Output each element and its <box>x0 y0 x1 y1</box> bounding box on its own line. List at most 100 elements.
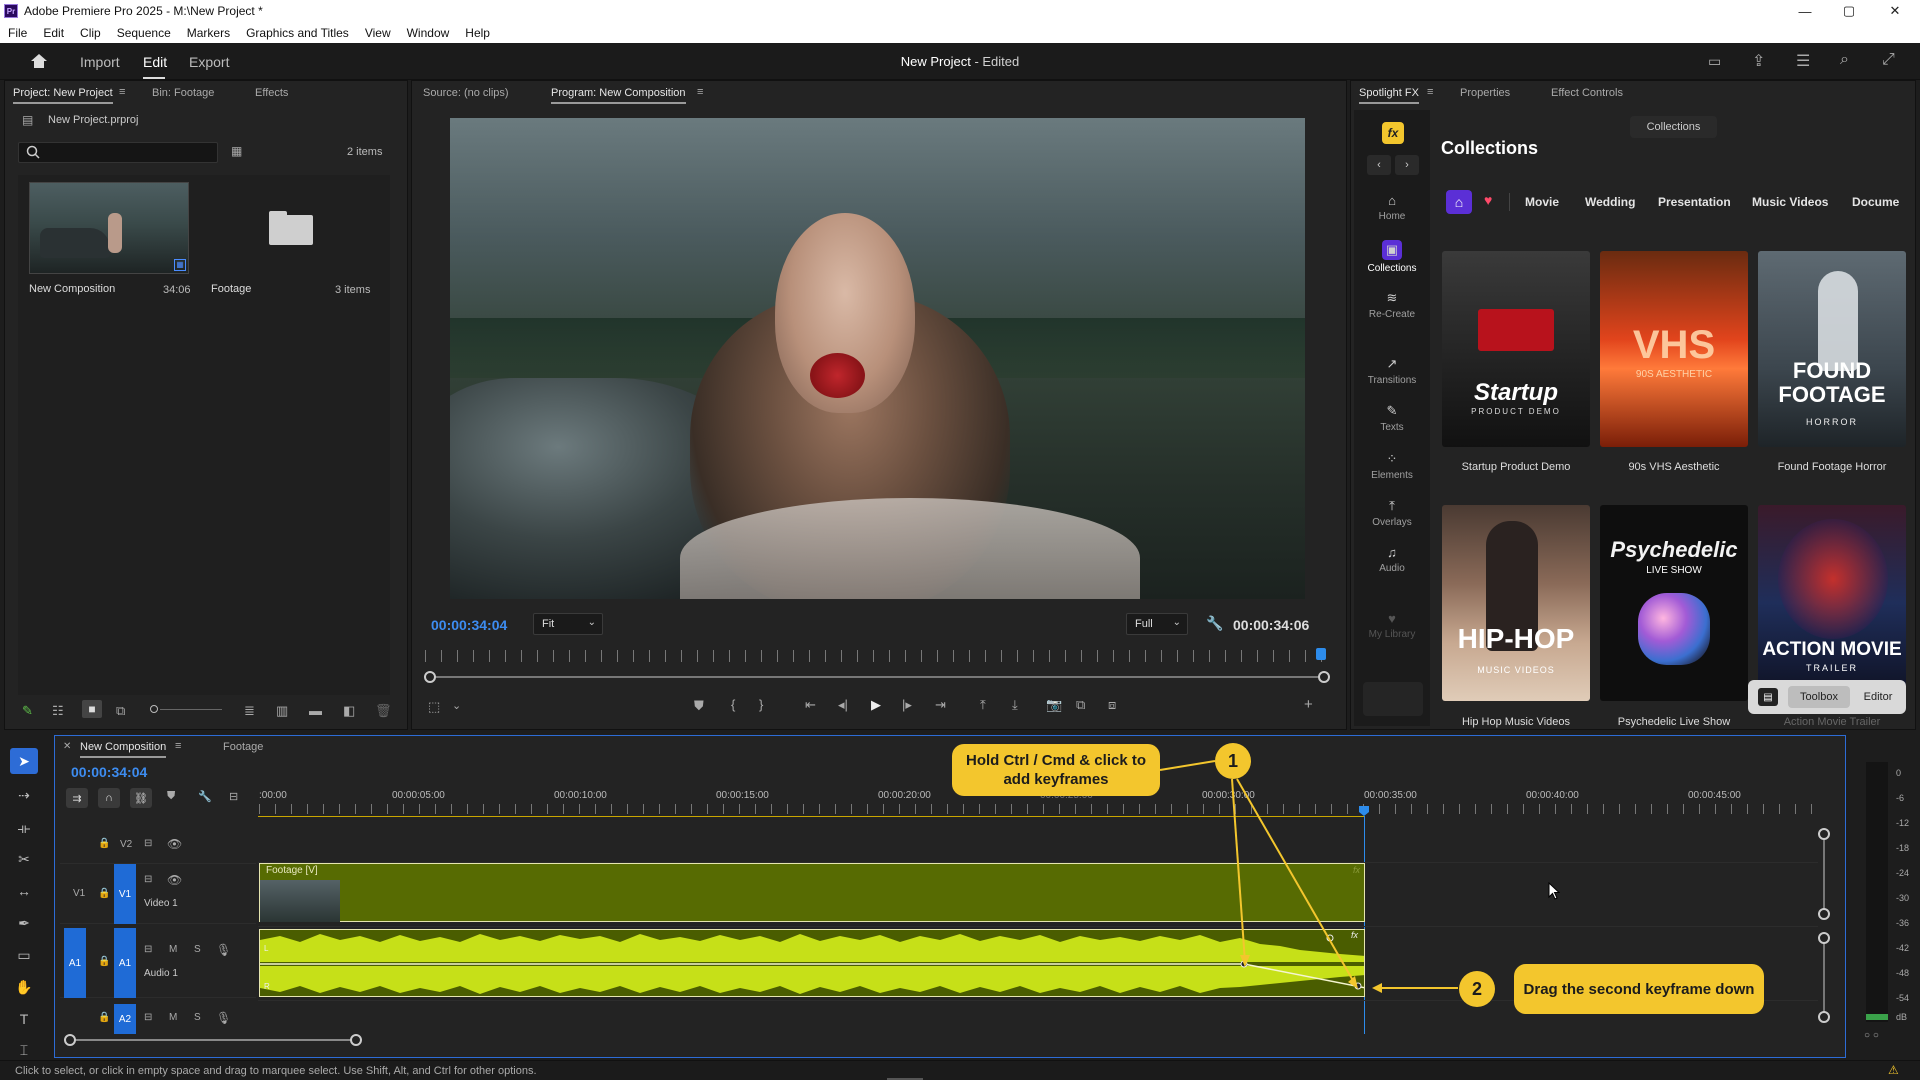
tab-footage[interactable]: Footage <box>223 741 263 753</box>
rectangle-tool-icon[interactable]: ▭ <box>10 942 38 968</box>
zoom-handle-right[interactable] <box>350 1034 362 1046</box>
monitor-ruler[interactable] <box>425 650 1325 662</box>
delete-icon[interactable]: 🗑 <box>375 703 392 719</box>
share-icon[interactable]: ⇪ <box>1752 51 1765 71</box>
folder-icon[interactable] <box>269 211 313 245</box>
timeline-zoom-scrollbar[interactable] <box>70 1039 356 1041</box>
track-name-video-1[interactable]: Video 1 <box>144 898 178 909</box>
monitor-scrollbar[interactable] <box>431 676 1321 678</box>
menu-sequence[interactable]: Sequence <box>109 26 179 40</box>
lock-icon[interactable]: 🔒 <box>98 838 110 849</box>
zoom-handle-left[interactable] <box>64 1034 76 1046</box>
selection-tool-icon[interactable]: ➤ <box>10 748 38 774</box>
menu-view[interactable]: View <box>357 26 399 40</box>
template-card-found-footage[interactable]: FOUND FOOTAGE HORROR <box>1758 251 1906 447</box>
lock-icon[interactable]: 🔒 <box>98 956 110 967</box>
menu-clip[interactable]: Clip <box>72 26 109 40</box>
mute-button[interactable]: M <box>169 1012 177 1023</box>
hand-tool-icon[interactable]: ✋ <box>10 974 38 1000</box>
tab-properties[interactable]: Properties <box>1460 87 1510 99</box>
sync-lock-icon[interactable]: ⊟ <box>144 944 152 955</box>
timeline-menu-icon[interactable]: ≡ <box>175 740 181 752</box>
mute-button[interactable]: M <box>169 944 177 955</box>
tab-effect-controls[interactable]: Effect Controls <box>1551 87 1623 99</box>
microphone-icon[interactable]: 🎙 <box>216 943 231 957</box>
linked-selection-icon[interactable]: ⛓ <box>130 788 152 808</box>
menu-window[interactable]: Window <box>399 26 458 40</box>
step-back-icon[interactable]: ◂| <box>838 697 848 713</box>
new-bin-icon[interactable]: ▬ <box>309 703 322 718</box>
sidebar-item-collections[interactable]: ▣ Collections <box>1358 240 1426 274</box>
tab-spotlight-fx[interactable]: Spotlight FX <box>1359 87 1419 104</box>
warning-icon[interactable]: ⚠ <box>1888 1063 1899 1077</box>
favorites-filter-icon[interactable]: ♥ <box>1484 192 1492 208</box>
sidebar-item-my-library[interactable]: ♥ My Library <box>1358 611 1426 640</box>
template-card-vhs[interactable]: VHS 90S AESTHETIC <box>1600 251 1748 447</box>
nav-forward-icon[interactable]: › <box>1395 155 1419 175</box>
go-to-out-icon[interactable]: ⇥ <box>935 697 946 713</box>
sort-icon[interactable]: ≣ <box>244 703 255 719</box>
pencil-icon[interactable]: ✎ <box>22 703 33 719</box>
audio-clip-footage[interactable]: L R fx <box>259 929 1365 997</box>
home-filter-icon[interactable]: ⌂ <box>1446 190 1472 214</box>
source-patch-a1[interactable]: A1 <box>64 928 86 998</box>
tab-new-composition[interactable]: New Composition <box>80 741 167 758</box>
sync-lock-icon[interactable]: ⊟ <box>144 1012 152 1023</box>
chevron-down-icon[interactable]: ⌄ <box>452 699 461 712</box>
composition-thumbnail[interactable]: ▦ <box>29 182 189 274</box>
tab-bin-footage[interactable]: Bin: Footage <box>152 87 214 99</box>
category-music-videos[interactable]: Music Videos <box>1752 195 1828 209</box>
panel-layout-icon[interactable]: ▭ <box>1708 53 1721 70</box>
track-target-v1[interactable]: V1 <box>114 864 136 924</box>
project-search-input[interactable] <box>18 142 218 163</box>
new-item-icon[interactable]: ◧ <box>343 703 355 719</box>
slip-tool-icon[interactable]: ↔ <box>10 878 38 904</box>
lock-icon[interactable]: 🔒 <box>98 888 110 899</box>
timeline-settings-wrench-icon[interactable]: 🔧 <box>198 790 212 803</box>
freeform-view-icon[interactable]: ⧉ <box>116 703 125 719</box>
mark-out-icon[interactable]: } <box>759 697 763 712</box>
monitor-playhead[interactable] <box>1316 648 1326 660</box>
work-area-bar[interactable] <box>258 816 1365 817</box>
tab-project[interactable]: Project: New Project <box>13 87 113 104</box>
sidebar-item-elements[interactable]: ⁘ Elements <box>1358 451 1426 481</box>
microphone-icon[interactable]: 🎙 <box>216 1011 231 1025</box>
sidebar-item-home[interactable]: ⌂ Home <box>1358 193 1426 222</box>
template-card-startup[interactable]: Startup PRODUCT DEMO <box>1442 251 1590 447</box>
nav-back-icon[interactable]: ‹ <box>1367 155 1391 175</box>
lock-icon[interactable]: 🔒 <box>98 1012 110 1023</box>
tab-effects[interactable]: Effects <box>255 87 288 99</box>
template-card-psychedelic[interactable]: Psychedelic LIVE SHOW <box>1600 505 1748 701</box>
sidebar-item-re-create[interactable]: ≋ Re-Create <box>1358 290 1426 320</box>
menu-help[interactable]: Help <box>457 26 498 40</box>
category-docume[interactable]: Docume <box>1852 195 1899 209</box>
minimize-button[interactable]: — <box>1782 0 1828 22</box>
eye-icon[interactable]: 👁 <box>167 837 182 851</box>
project-menu-icon[interactable]: ≡ <box>119 86 125 98</box>
timeline-timecode[interactable]: 00:00:34:04 <box>71 764 147 780</box>
scroll-handle[interactable] <box>1818 908 1830 920</box>
menu-graphics-and-titles[interactable]: Graphics and Titles <box>238 26 357 40</box>
toolbox-button[interactable]: Toolbox <box>1788 686 1850 708</box>
captions-icon[interactable]: ⊟ <box>229 790 238 803</box>
sidebar-item-transitions[interactable]: ↗ Transitions <box>1358 356 1426 386</box>
pen-tool-icon[interactable]: ✒ <box>10 910 38 936</box>
zoom-slider-track[interactable] <box>160 709 222 710</box>
sync-lock-icon[interactable]: ⊟ <box>144 838 152 849</box>
track-select-tool-icon[interactable]: ⇢ <box>10 782 38 808</box>
audio-track-scrollbar[interactable] <box>1823 940 1825 1020</box>
solo-button[interactable]: S <box>194 1012 201 1023</box>
type-tool-icon[interactable]: T <box>10 1006 38 1032</box>
tab-program[interactable]: Program: New Composition <box>551 87 686 104</box>
template-card-hip-hop[interactable]: HIP-HOP MUSIC VIDEOS <box>1442 505 1590 701</box>
fit-dropdown[interactable]: Fit ⌄ <box>533 613 603 635</box>
wrench-icon[interactable]: 🔧 <box>1206 615 1223 632</box>
video-clip-footage[interactable]: Footage [V] fx <box>259 863 1365 922</box>
step-forward-icon[interactable]: |▸ <box>902 697 912 713</box>
sidebar-item-texts[interactable]: ✎ Texts <box>1358 403 1426 433</box>
solo-button[interactable]: S <box>194 944 201 955</box>
quality-dropdown[interactable]: Full ⌄ <box>1126 613 1188 635</box>
extract-icon[interactable]: ⤓ <box>1012 697 1018 713</box>
ripple-edit-tool-icon[interactable]: ⟛ <box>10 815 38 841</box>
list-view-icon[interactable]: ☷ <box>52 703 64 719</box>
